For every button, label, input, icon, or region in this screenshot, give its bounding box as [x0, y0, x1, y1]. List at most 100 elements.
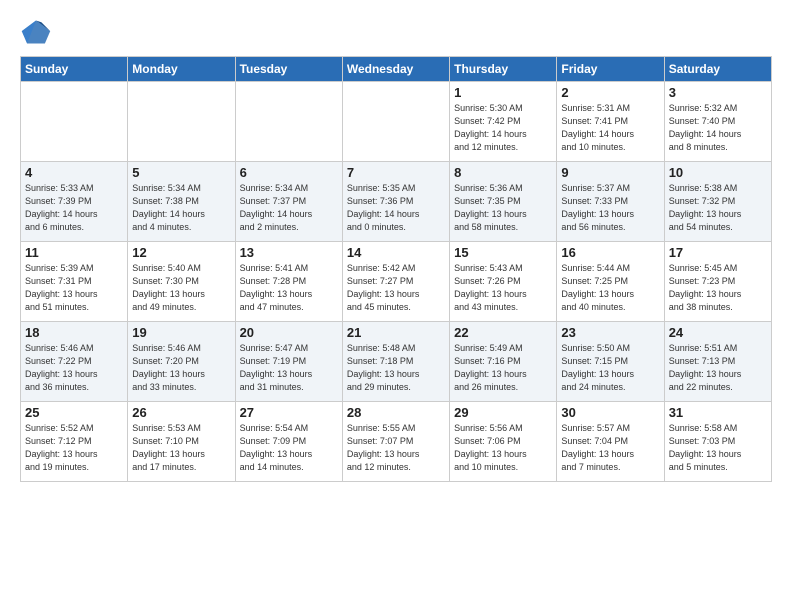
calendar-cell: 24Sunrise: 5:51 AMSunset: 7:13 PMDayligh… [664, 322, 771, 402]
day-info: Sunrise: 5:30 AMSunset: 7:42 PMDaylight:… [454, 102, 552, 154]
calendar-cell: 8 Sunrise: 5:36 AMSunset: 7:35 PMDaylight… [450, 162, 557, 242]
day-info: Sunrise: 5:42 AMSunset: 7:27 PMDaylight:… [347, 262, 445, 314]
logo [20, 18, 56, 46]
day-info: Sunrise: 5:44 AMSunset: 7:25 PMDaylight:… [561, 262, 659, 314]
calendar-cell: 10 Sunrise: 5:38 AMSunset: 7:32 PMDayligh… [664, 162, 771, 242]
day-info: Sunrise: 5:47 AMSunset: 7:19 PMDaylight:… [240, 342, 338, 394]
calendar-table: Sunday Monday Tuesday Wednesday Thursday… [20, 56, 772, 482]
day-number: 24 [669, 325, 767, 340]
day-number: 2 [561, 85, 659, 100]
day-number: 22 [454, 325, 552, 340]
day-info: Sunrise: 5:43 AMSunset: 7:26 PMDaylight:… [454, 262, 552, 314]
day-number: 4 [25, 165, 123, 180]
calendar-cell [235, 82, 342, 162]
calendar-cell: 27 Sunrise: 5:54 AMSunset: 7:09 PMDayligh… [235, 402, 342, 482]
calendar-cell: 21 Sunrise: 5:48 AMSunset: 7:18 PMDayligh… [342, 322, 449, 402]
day-info: Sunrise: 5:39 AMSunset: 7:31 PMDaylight:… [25, 262, 123, 314]
day-number: 19 [132, 325, 230, 340]
calendar-cell: 29 Sunrise: 5:56 AMSunset: 7:06 PMDayligh… [450, 402, 557, 482]
day-number: 17 [669, 245, 767, 260]
calendar-cell: 18 Sunrise: 5:46 AMSunset: 7:22 PMDayligh… [21, 322, 128, 402]
day-info: Sunrise: 5:54 AMSunset: 7:09 PMDaylight:… [240, 422, 338, 474]
week-row-1: 1Sunrise: 5:30 AMSunset: 7:42 PMDaylight… [21, 82, 772, 162]
day-info: Sunrise: 5:34 AMSunset: 7:38 PMDaylight:… [132, 182, 230, 234]
day-number: 30 [561, 405, 659, 420]
day-info: Sunrise: 5:53 AMSunset: 7:10 PMDaylight:… [132, 422, 230, 474]
day-info: Sunrise: 5:46 AMSunset: 7:22 PMDaylight:… [25, 342, 123, 394]
day-info: Sunrise: 5:57 AMSunset: 7:04 PMDaylight:… [561, 422, 659, 474]
col-friday: Friday [557, 57, 664, 82]
week-row-3: 11 Sunrise: 5:39 AMSunset: 7:31 PMDayligh… [21, 242, 772, 322]
day-number: 31 [669, 405, 767, 420]
week-row-4: 18 Sunrise: 5:46 AMSunset: 7:22 PMDayligh… [21, 322, 772, 402]
calendar-cell: 3Sunrise: 5:32 AMSunset: 7:40 PMDaylight… [664, 82, 771, 162]
header-row: Sunday Monday Tuesday Wednesday Thursday… [21, 57, 772, 82]
day-number: 20 [240, 325, 338, 340]
calendar-cell: 31 Sunrise: 5:58 AMSunset: 7:03 PMDayligh… [664, 402, 771, 482]
day-number: 14 [347, 245, 445, 260]
day-info: Sunrise: 5:49 AMSunset: 7:16 PMDaylight:… [454, 342, 552, 394]
col-wednesday: Wednesday [342, 57, 449, 82]
day-number: 27 [240, 405, 338, 420]
day-number: 15 [454, 245, 552, 260]
col-tuesday: Tuesday [235, 57, 342, 82]
col-sunday: Sunday [21, 57, 128, 82]
calendar-cell: 15 Sunrise: 5:43 AMSunset: 7:26 PMDayligh… [450, 242, 557, 322]
day-info: Sunrise: 5:58 AMSunset: 7:03 PMDaylight:… [669, 422, 767, 474]
day-number: 16 [561, 245, 659, 260]
calendar-cell: 17 Sunrise: 5:45 AMSunset: 7:23 PMDayligh… [664, 242, 771, 322]
day-info: Sunrise: 5:32 AMSunset: 7:40 PMDaylight:… [669, 102, 767, 154]
day-number: 25 [25, 405, 123, 420]
day-number: 5 [132, 165, 230, 180]
calendar-cell: 5 Sunrise: 5:34 AMSunset: 7:38 PMDaylight… [128, 162, 235, 242]
calendar-cell: 12 Sunrise: 5:40 AMSunset: 7:30 PMDayligh… [128, 242, 235, 322]
calendar-cell: 26 Sunrise: 5:53 AMSunset: 7:10 PMDayligh… [128, 402, 235, 482]
day-number: 6 [240, 165, 338, 180]
calendar-cell [128, 82, 235, 162]
calendar-cell: 6 Sunrise: 5:34 AMSunset: 7:37 PMDaylight… [235, 162, 342, 242]
calendar-cell: 30 Sunrise: 5:57 AMSunset: 7:04 PMDayligh… [557, 402, 664, 482]
day-info: Sunrise: 5:31 AMSunset: 7:41 PMDaylight:… [561, 102, 659, 154]
calendar-cell: 23Sunrise: 5:50 AMSunset: 7:15 PMDayligh… [557, 322, 664, 402]
calendar-cell: 1Sunrise: 5:30 AMSunset: 7:42 PMDaylight… [450, 82, 557, 162]
day-number: 8 [454, 165, 552, 180]
day-number: 9 [561, 165, 659, 180]
calendar-cell: 7Sunrise: 5:35 AMSunset: 7:36 PMDaylight… [342, 162, 449, 242]
calendar-cell: 28 Sunrise: 5:55 AMSunset: 7:07 PMDayligh… [342, 402, 449, 482]
day-number: 29 [454, 405, 552, 420]
day-number: 10 [669, 165, 767, 180]
day-number: 18 [25, 325, 123, 340]
calendar-cell: 16 Sunrise: 5:44 AMSunset: 7:25 PMDayligh… [557, 242, 664, 322]
day-info: Sunrise: 5:48 AMSunset: 7:18 PMDaylight:… [347, 342, 445, 394]
day-info: Sunrise: 5:56 AMSunset: 7:06 PMDaylight:… [454, 422, 552, 474]
calendar-cell: 11 Sunrise: 5:39 AMSunset: 7:31 PMDayligh… [21, 242, 128, 322]
calendar-cell: 19 Sunrise: 5:46 AMSunset: 7:20 PMDayligh… [128, 322, 235, 402]
day-info: Sunrise: 5:38 AMSunset: 7:32 PMDaylight:… [669, 182, 767, 234]
page: Sunday Monday Tuesday Wednesday Thursday… [0, 0, 792, 492]
col-thursday: Thursday [450, 57, 557, 82]
calendar-cell [21, 82, 128, 162]
calendar-cell: 9Sunrise: 5:37 AMSunset: 7:33 PMDaylight… [557, 162, 664, 242]
day-info: Sunrise: 5:55 AMSunset: 7:07 PMDaylight:… [347, 422, 445, 474]
calendar-cell: 14 Sunrise: 5:42 AMSunset: 7:27 PMDayligh… [342, 242, 449, 322]
day-info: Sunrise: 5:41 AMSunset: 7:28 PMDaylight:… [240, 262, 338, 314]
day-info: Sunrise: 5:40 AMSunset: 7:30 PMDaylight:… [132, 262, 230, 314]
day-number: 12 [132, 245, 230, 260]
week-row-5: 25 Sunrise: 5:52 AMSunset: 7:12 PMDayligh… [21, 402, 772, 482]
day-info: Sunrise: 5:52 AMSunset: 7:12 PMDaylight:… [25, 422, 123, 474]
day-info: Sunrise: 5:36 AMSunset: 7:35 PMDaylight:… [454, 182, 552, 234]
day-info: Sunrise: 5:50 AMSunset: 7:15 PMDaylight:… [561, 342, 659, 394]
calendar-cell: 13Sunrise: 5:41 AMSunset: 7:28 PMDayligh… [235, 242, 342, 322]
day-info: Sunrise: 5:45 AMSunset: 7:23 PMDaylight:… [669, 262, 767, 314]
day-number: 21 [347, 325, 445, 340]
day-number: 28 [347, 405, 445, 420]
day-info: Sunrise: 5:46 AMSunset: 7:20 PMDaylight:… [132, 342, 230, 394]
day-number: 7 [347, 165, 445, 180]
calendar-cell: 4 Sunrise: 5:33 AMSunset: 7:39 PMDaylight… [21, 162, 128, 242]
calendar-cell: 20 Sunrise: 5:47 AMSunset: 7:19 PMDayligh… [235, 322, 342, 402]
day-info: Sunrise: 5:33 AMSunset: 7:39 PMDaylight:… [25, 182, 123, 234]
day-number: 11 [25, 245, 123, 260]
day-info: Sunrise: 5:34 AMSunset: 7:37 PMDaylight:… [240, 182, 338, 234]
day-number: 26 [132, 405, 230, 420]
header [20, 18, 772, 46]
